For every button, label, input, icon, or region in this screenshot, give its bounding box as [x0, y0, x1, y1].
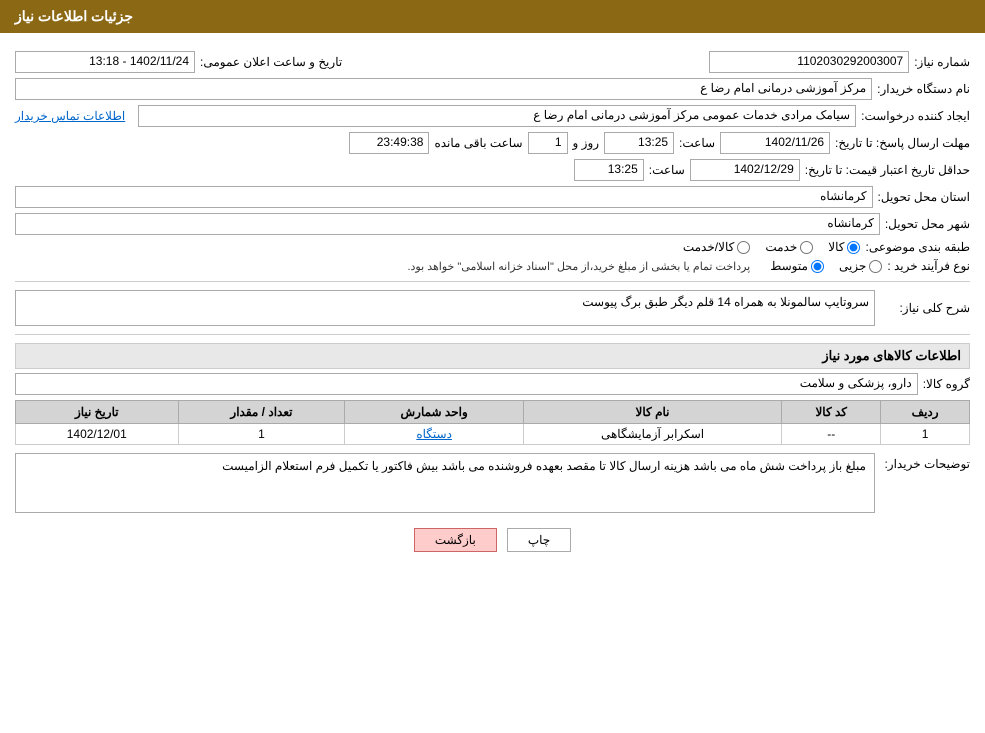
cell-radif: 1 — [881, 424, 970, 445]
row-ijadKonande: ایجاد کننده درخواست: سیامک مرادی خدمات ع… — [15, 105, 970, 127]
page-header: جزئیات اطلاعات نیاز — [0, 0, 985, 33]
value-mohlat-mande: 23:49:38 — [349, 132, 429, 154]
radio-kala-khedmat[interactable] — [737, 241, 750, 254]
label-tabaghe: طبقه بندی موضوعی: — [865, 240, 970, 254]
value-mohlat-saat: 13:25 — [604, 132, 674, 154]
row-shahr: شهر محل تحویل: کرمانشاه — [15, 213, 970, 235]
value-ijadKonande: سیامک مرادی خدمات عمومی مرکز آموزشی درما… — [138, 105, 856, 127]
divider1 — [15, 281, 970, 282]
divider2 — [15, 334, 970, 335]
radio-motavaset-label[interactable]: متوسط — [770, 259, 824, 273]
radio-jozi[interactable] — [869, 260, 882, 273]
label-hadaq-saat: ساعت: — [649, 163, 685, 177]
value-mohlat-date: 1402/11/26 — [720, 132, 830, 154]
col-vahed: واحد شمارش — [345, 401, 524, 424]
btn-chap[interactable]: چاپ — [507, 528, 571, 552]
value-hadaq-date: 1402/12/29 — [690, 159, 800, 181]
table-row: 1 -- اسکرابر آزمایشگاهی دستگاه 1 1402/12… — [16, 424, 970, 445]
value-shomareNiaz: 1102030292003007 — [709, 51, 909, 73]
value-sharh: سروتایپ سالمونلا به همراه 14 قلم دیگر طب… — [15, 290, 875, 326]
kalaInfo-title: اطلاعات کالاهای مورد نیاز — [15, 343, 970, 369]
cell-name: اسکرابر آزمایشگاهی — [523, 424, 781, 445]
row-sharh: شرح کلی نیاز: سروتایپ سالمونلا به همراه … — [15, 290, 970, 326]
radio-kala-khedmat-text: کالا/خدمت — [683, 240, 734, 254]
value-groupKala: دارو، پزشکی و سلامت — [15, 373, 918, 395]
value-mohlat-roz: 1 — [528, 132, 568, 154]
label-tarikh: تاریخ و ساعت اعلان عمومی: — [200, 55, 342, 69]
link-etelaatTamas[interactable]: اطلاعات تماس خریدار — [15, 109, 125, 123]
col-tedad: تعداد / مقدار — [178, 401, 345, 424]
label-mohlat-saat: ساعت: — [679, 136, 715, 150]
label-hadaq: حداقل تاریخ اعتبار قیمت: تا تاریخ: — [805, 163, 970, 177]
radio-motavaset[interactable] — [811, 260, 824, 273]
page-wrapper: جزئیات اطلاعات نیاز شماره نیاز: 11020302… — [0, 0, 985, 733]
label-mohlat: مهلت ارسال پاسخ: تا تاریخ: — [835, 136, 970, 150]
col-name: نام کالا — [523, 401, 781, 424]
row-groupKala: گروه کالا: دارو، پزشکی و سلامت — [15, 373, 970, 395]
main-content: شماره نیاز: 1102030292003007 تاریخ و ساع… — [0, 33, 985, 577]
col-radif: ردیف — [881, 401, 970, 424]
col-tarikh: تاریخ نیاز — [16, 401, 179, 424]
label-shahr: شهر محل تحویل: — [885, 217, 970, 231]
page-title: جزئیات اطلاعات نیاز — [15, 8, 133, 24]
value-tarikh: 1402/11/24 - 13:18 — [15, 51, 195, 73]
bottom-buttons: چاپ بازگشت — [15, 528, 970, 552]
kala-table: ردیف کد کالا نام کالا واحد شمارش تعداد /… — [15, 400, 970, 445]
cell-vahed[interactable]: دستگاه — [345, 424, 524, 445]
label-mohlat-roz: روز و — [573, 136, 600, 150]
label-shomareNiaz: شماره نیاز: — [914, 55, 970, 69]
value-hadaq-saat: 13:25 — [574, 159, 644, 181]
radio-khedmat-label[interactable]: خدمت — [765, 240, 813, 254]
value-ostan: کرمانشاه — [15, 186, 873, 208]
radio-kala-label[interactable]: کالا — [828, 240, 860, 254]
radio-khedmat-text: خدمت — [765, 240, 797, 254]
col-kod: کد کالا — [782, 401, 881, 424]
row-ostan: استان محل تحویل: کرمانشاه — [15, 186, 970, 208]
row-tabaghe: طبقه بندی موضوعی: کالا خدمت کالا/خدمت — [15, 240, 970, 254]
cell-tarikh: 1402/12/01 — [16, 424, 179, 445]
farayand-radio-group: جزیی متوسط — [770, 259, 882, 273]
label-toshihat: توضیحات خریدار: — [880, 457, 970, 471]
value-toshihat — [15, 453, 875, 513]
label-groupKala: گروه کالا: — [923, 377, 970, 391]
label-mohlat-mande: ساعت باقی مانده — [434, 136, 522, 150]
radio-khedmat[interactable] — [800, 241, 813, 254]
radio-kala-text: کالا — [828, 240, 844, 254]
value-namDastgah: مرکز آموزشی درمانی امام رضا ع — [15, 78, 872, 100]
cell-kod: -- — [782, 424, 881, 445]
radio-jozi-label[interactable]: جزیی — [839, 259, 882, 273]
radio-kala-khedmat-label[interactable]: کالا/خدمت — [683, 240, 750, 254]
label-ostan: استان محل تحویل: — [878, 190, 970, 204]
label-namDastgah: نام دستگاه خریدار: — [877, 82, 970, 96]
cell-tedad: 1 — [178, 424, 345, 445]
row-hadaq: حداقل تاریخ اعتبار قیمت: تا تاریخ: 1402/… — [15, 159, 970, 181]
radio-jozi-text: جزیی — [839, 259, 866, 273]
radio-kala[interactable] — [847, 241, 860, 254]
label-noeFarayand: نوع فرآیند خرید : — [887, 259, 970, 273]
row-mohlat: مهلت ارسال پاسخ: تا تاریخ: 1402/11/26 سا… — [15, 132, 970, 154]
btn-bazgasht[interactable]: بازگشت — [414, 528, 497, 552]
label-ijadKonande: ایجاد کننده درخواست: — [861, 109, 970, 123]
row-noeFarayand: نوع فرآیند خرید : جزیی متوسط پرداخت تمام… — [15, 259, 970, 273]
radio-motavaset-text: متوسط — [770, 259, 808, 273]
label-sharh: شرح کلی نیاز: — [880, 301, 970, 315]
row-toshihat: توضیحات خریدار: — [15, 453, 970, 513]
value-shahr: کرمانشاه — [15, 213, 880, 235]
row-shomareNiaz: شماره نیاز: 1102030292003007 تاریخ و ساع… — [15, 51, 970, 73]
note-farayand: پرداخت تمام یا بخشی از مبلغ خرید،از محل … — [407, 260, 750, 273]
row-namDastgah: نام دستگاه خریدار: مرکز آموزشی درمانی ام… — [15, 78, 970, 100]
tabaghe-radio-group: کالا خدمت کالا/خدمت — [683, 240, 861, 254]
